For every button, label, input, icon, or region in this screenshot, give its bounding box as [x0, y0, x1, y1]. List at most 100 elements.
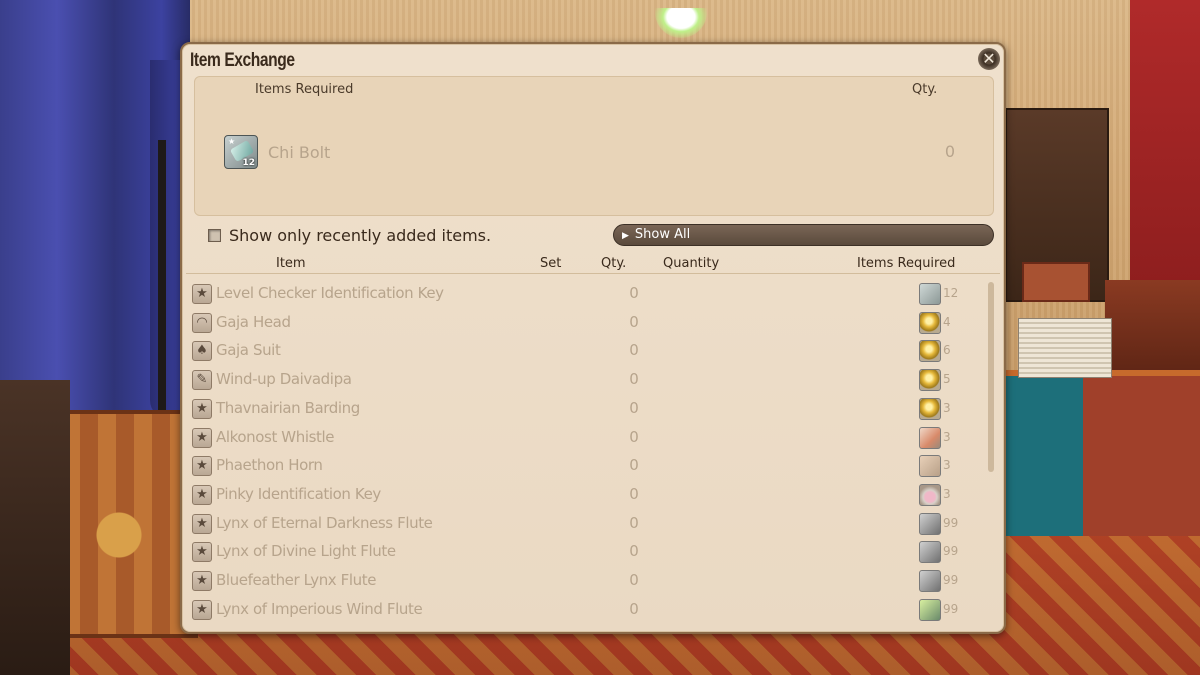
- table-with-cloth: [1005, 370, 1200, 536]
- item-qty: 0: [629, 427, 639, 446]
- star-icon: ★: [192, 456, 212, 477]
- table-row[interactable]: ★ Lynx of Eternal Darkness Flute 0 99: [182, 510, 1008, 538]
- star-icon: ★: [192, 513, 212, 534]
- chain-icon[interactable]: [919, 541, 941, 564]
- small-box: [1022, 262, 1090, 302]
- item-name: Thavnairian Barding: [216, 398, 360, 417]
- table-row[interactable]: ★ Level Checker Identification Key 0 12: [182, 280, 1008, 308]
- star-mark-icon: ★: [228, 137, 236, 146]
- item-exchange-window: Item Exchange ✕ Items Required Qty. ★ 12…: [180, 42, 1006, 634]
- item-level: 12: [242, 158, 255, 168]
- cost-amount: 12: [943, 286, 959, 300]
- item-name: Gaja Head: [216, 312, 291, 331]
- chi-bolt-icon[interactable]: ★ 12: [224, 135, 258, 169]
- horn-icon[interactable]: [919, 455, 941, 478]
- item-name: Bluefeather Lynx Flute: [216, 571, 377, 589]
- table-row[interactable]: ★ Lynx of Imperious Wind Flute 0 99: [182, 596, 1008, 624]
- column-header-qty[interactable]: Qty.: [601, 256, 626, 271]
- item-name: Level Checker Identification Key: [216, 284, 444, 302]
- spear-pole: [158, 140, 166, 430]
- star-icon: ★: [192, 398, 212, 419]
- cost-amount: 99: [943, 515, 959, 530]
- item-qty: 0: [629, 542, 639, 561]
- item-qty: 0: [629, 513, 639, 532]
- helmet-icon: ◠: [192, 312, 212, 333]
- red-banner: [1130, 0, 1200, 290]
- items-required-header: Items Required: [255, 82, 354, 97]
- star-icon: ★: [192, 484, 212, 505]
- cost-amount: 3: [943, 458, 951, 473]
- table-row[interactable]: ★ Lynx of Divine Light Flute 0 99: [182, 538, 1008, 566]
- dropdown-label: Show All: [634, 227, 691, 242]
- item-qty: 0: [629, 398, 639, 417]
- recent-filter[interactable]: Show only recently added items.: [208, 224, 491, 246]
- item-name: Lynx of Imperious Wind Flute: [216, 599, 423, 618]
- item-name: Lynx of Divine Light Flute: [216, 542, 396, 561]
- column-header-items-required[interactable]: Items Required: [857, 256, 955, 271]
- green-chain-icon[interactable]: [919, 598, 941, 621]
- cost-amount: 4: [943, 314, 951, 329]
- cost-amount: 3: [943, 486, 951, 501]
- table-row[interactable]: ★ Alkonost Whistle 0 3: [182, 424, 1008, 452]
- show-filter-dropdown[interactable]: ▶ Show All: [613, 224, 994, 246]
- item-qty: 0: [629, 456, 639, 475]
- toy-icon: ✎: [192, 370, 212, 391]
- table-row[interactable]: ♠ Gaja Suit 0 6: [182, 337, 1008, 365]
- gold-orb-icon[interactable]: [919, 311, 941, 334]
- item-name: Phaethon Horn: [216, 456, 323, 475]
- item-qty: 0: [629, 484, 639, 503]
- table-row[interactable]: ✎ Wind-up Daivadipa 0 5: [182, 366, 1008, 394]
- column-header-item[interactable]: Item: [276, 256, 306, 271]
- item-name: Pinky Identification Key: [216, 484, 381, 503]
- table-row[interactable]: ◠ Gaja Head 0 4: [182, 309, 1008, 337]
- armor-icon: ♠: [192, 341, 212, 362]
- star-icon: ★: [192, 284, 212, 304]
- chest-right: [1105, 280, 1200, 380]
- dark-furniture-left: [0, 380, 70, 675]
- cost-amount: 99: [943, 573, 959, 587]
- recent-items-checkbox[interactable]: [208, 228, 221, 242]
- cost-amount: 99: [943, 601, 959, 616]
- cost-amount: 3: [943, 400, 951, 415]
- table-row[interactable]: ★ Thavnairian Barding 0 3: [182, 395, 1008, 423]
- triangle-right-icon: ▶: [622, 231, 629, 241]
- vial-icon[interactable]: [919, 483, 941, 506]
- list-scrollbar[interactable]: [988, 282, 994, 472]
- star-icon: ★: [192, 571, 212, 591]
- chain-icon[interactable]: [919, 570, 941, 592]
- table-row[interactable]: ★ Phaethon Horn 0 3: [182, 452, 1008, 480]
- gold-orb-icon[interactable]: [919, 340, 941, 363]
- items-required-panel: Items Required Qty. ★ 12 Chi Bolt 0: [194, 76, 994, 216]
- cost-amount: 99: [943, 544, 959, 559]
- item-qty: 0: [629, 571, 639, 589]
- cost-amount: 6: [943, 343, 951, 358]
- star-icon: ★: [192, 427, 212, 448]
- recent-items-label[interactable]: Show only recently added items.: [229, 226, 491, 245]
- close-button[interactable]: ✕: [978, 48, 1000, 70]
- item-qty: 0: [629, 599, 639, 618]
- gold-orb-icon[interactable]: [919, 397, 941, 420]
- item-name: Lynx of Eternal Darkness Flute: [216, 513, 433, 532]
- item-qty: 0: [629, 341, 639, 360]
- table-row[interactable]: ★ Pinky Identification Key 0 3: [182, 481, 1008, 509]
- qty-header: Qty.: [912, 82, 938, 97]
- chain-icon[interactable]: [919, 512, 941, 535]
- required-item-name: Chi Bolt: [268, 143, 331, 162]
- star-icon: ★: [192, 542, 212, 563]
- chi-bolt-icon[interactable]: [919, 283, 941, 305]
- cost-amount: 5: [943, 372, 951, 387]
- item-qty: 0: [629, 284, 639, 302]
- cost-amount: 3: [943, 429, 951, 444]
- column-header-set[interactable]: Set: [540, 256, 561, 271]
- gold-orb-icon[interactable]: [919, 369, 941, 392]
- header-divider: [186, 273, 1000, 274]
- whistle-icon[interactable]: [919, 426, 941, 449]
- item-name: Gaja Suit: [216, 341, 281, 360]
- window-title: Item Exchange: [190, 50, 295, 71]
- item-qty: 0: [629, 312, 639, 331]
- item-name: Wind-up Daivadipa: [216, 370, 352, 389]
- table-row[interactable]: ★ Bluefeather Lynx Flute 0 99: [182, 567, 1008, 595]
- required-item-qty: 0: [944, 142, 955, 161]
- paper-stack: [1018, 318, 1112, 378]
- column-header-quantity[interactable]: Quantity: [663, 256, 719, 271]
